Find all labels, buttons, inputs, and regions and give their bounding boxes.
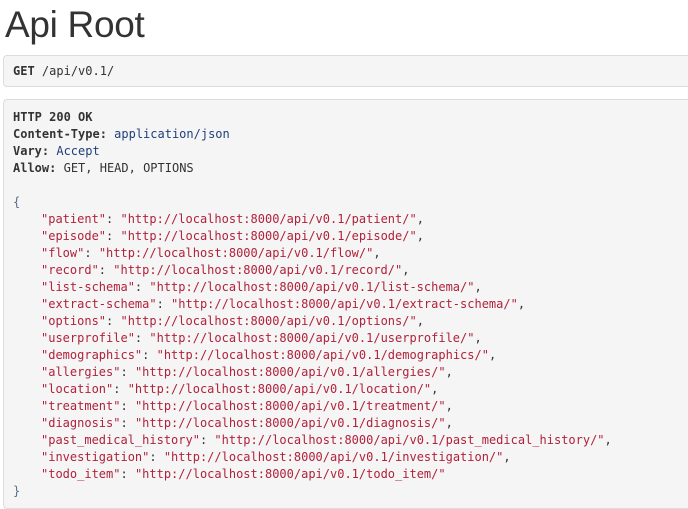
json-entry: "options": "http://localhost:8000/api/v0…: [13, 313, 688, 330]
json-url-link[interactable]: "http://localhost:8000/api/v0.1/allergie…: [135, 365, 446, 379]
response-header-line: Vary: Accept: [13, 143, 688, 160]
json-entry: "investigation": "http://localhost:8000/…: [13, 449, 688, 466]
json-comma: ,: [445, 365, 453, 379]
json-entry: "demographics": "http://localhost:8000/a…: [13, 347, 688, 364]
json-colon: :: [84, 246, 99, 260]
json-colon: :: [120, 467, 135, 481]
json-colon: :: [134, 280, 150, 294]
json-comma: ,: [431, 382, 439, 396]
json-key: "investigation": [41, 450, 150, 464]
json-comma: ,: [503, 450, 511, 464]
json-url-link[interactable]: "http://localhost:8000/api/v0.1/patient/…: [120, 212, 416, 226]
json-colon: :: [120, 365, 135, 379]
response-headers: Content-Type: application/json Vary: Acce…: [13, 126, 688, 177]
json-colon: :: [149, 450, 164, 464]
json-comma: ,: [416, 212, 424, 226]
json-comma: ,: [416, 229, 424, 243]
json-comma: ,: [474, 280, 482, 294]
json-colon: :: [106, 212, 121, 226]
json-key: "todo_item": [41, 467, 121, 481]
header-name: Vary:: [13, 144, 50, 158]
json-colon: :: [106, 314, 121, 328]
json-url-link[interactable]: "http://localhost:8000/api/v0.1/past_med…: [214, 433, 604, 447]
json-open-brace: {: [13, 195, 21, 209]
response-header-line: Content-Type: application/json: [13, 126, 688, 143]
page-title: Api Root: [5, 4, 145, 45]
json-colon: :: [113, 382, 128, 396]
json-colon: :: [120, 399, 135, 413]
json-key: "patient": [41, 212, 107, 226]
json-entry: "record": "http://localhost:8000/api/v0.…: [13, 262, 688, 279]
json-key: "allergies": [41, 365, 121, 379]
json-colon: :: [134, 331, 150, 345]
json-comma: ,: [445, 416, 453, 430]
json-entry: "list-schema": "http://localhost:8000/ap…: [13, 279, 688, 296]
json-key: "record": [41, 263, 99, 277]
json-url-link[interactable]: "http://localhost:8000/api/v0.1/options/…: [120, 314, 416, 328]
response-box: HTTP 200 OK Content-Type: application/js…: [3, 99, 688, 509]
json-entry: "patient": "http://localhost:8000/api/v0…: [13, 211, 688, 228]
json-key: "treatment": [41, 399, 121, 413]
json-entry: "allergies": "http://localhost:8000/api/…: [13, 364, 688, 381]
json-entry: "past_medical_history": "http://localhos…: [13, 432, 688, 449]
json-url-link[interactable]: "http://localhost:8000/api/v0.1/episode/…: [120, 229, 416, 243]
request-method: GET: [13, 64, 35, 78]
json-close-brace: }: [13, 484, 21, 498]
json-url-link[interactable]: "http://localhost:8000/api/v0.1/diagnosi…: [135, 416, 446, 430]
json-key: "episode": [41, 229, 107, 243]
json-comma: ,: [604, 433, 612, 447]
json-key: "userprofile": [41, 331, 135, 345]
json-entry: "extract-schema": "http://localhost:8000…: [13, 296, 688, 313]
header-value: Accept: [56, 144, 100, 158]
json-entry: "flow": "http://localhost:8000/api/v0.1/…: [13, 245, 688, 262]
json-colon: :: [98, 263, 114, 277]
json-entry: "userprofile": "http://localhost:8000/ap…: [13, 330, 688, 347]
json-entry: "diagnosis": "http://localhost:8000/api/…: [13, 415, 688, 432]
json-entries: "patient": "http://localhost:8000/api/v0…: [13, 211, 688, 483]
response-header-line: Allow: GET, HEAD, OPTIONS: [13, 160, 688, 177]
json-comma: ,: [445, 399, 453, 413]
json-url-link[interactable]: "http://localhost:8000/api/v0.1/demograp…: [157, 348, 489, 362]
response-status: HTTP 200 OK: [13, 110, 93, 124]
json-colon: :: [106, 229, 121, 243]
json-colon: :: [199, 433, 215, 447]
json-colon: :: [156, 297, 172, 311]
json-key: "flow": [41, 246, 85, 260]
json-colon: :: [142, 348, 157, 362]
request-box: GET /api/v0.1/: [3, 55, 688, 87]
json-key: "past_medical_history": [41, 433, 200, 447]
json-comma: ,: [416, 314, 424, 328]
json-url-link[interactable]: "http://localhost:8000/api/v0.1/list-sch…: [149, 280, 474, 294]
json-entry: "todo_item": "http://localhost:8000/api/…: [13, 466, 688, 483]
header-value: GET, HEAD, OPTIONS: [63, 161, 194, 175]
json-key: "options": [41, 314, 107, 328]
json-url-link[interactable]: "http://localhost:8000/api/v0.1/extract-…: [171, 297, 518, 311]
json-entry: "episode": "http://localhost:8000/api/v0…: [13, 228, 688, 245]
header-name: Content-Type:: [13, 127, 107, 141]
json-url-link[interactable]: "http://localhost:8000/api/v0.1/flow/": [99, 246, 374, 260]
json-url-link[interactable]: "http://localhost:8000/api/v0.1/userprof…: [149, 331, 474, 345]
json-key: "demographics": [41, 348, 143, 362]
json-url-link[interactable]: "http://localhost:8000/api/v0.1/investig…: [164, 450, 504, 464]
json-url-link[interactable]: "http://localhost:8000/api/v0.1/location…: [128, 382, 431, 396]
header-value: application/json: [114, 127, 230, 141]
json-key: "list-schema": [41, 280, 135, 294]
json-url-link[interactable]: "http://localhost:8000/api/v0.1/treatmen…: [135, 399, 446, 413]
json-key: "location": [41, 382, 114, 396]
json-entry: "treatment": "http://localhost:8000/api/…: [13, 398, 688, 415]
json-comma: ,: [488, 348, 497, 362]
json-comma: ,: [517, 297, 526, 311]
json-comma: ,: [373, 246, 381, 260]
json-comma: ,: [402, 263, 410, 277]
json-entry: "location": "http://localhost:8000/api/v…: [13, 381, 688, 398]
json-comma: ,: [474, 331, 482, 345]
request-path: /api/v0.1/: [41, 64, 115, 78]
json-key: "extract-schema": [41, 297, 157, 311]
json-key: "diagnosis": [41, 416, 121, 430]
header-name: Allow:: [13, 161, 57, 175]
json-url-link[interactable]: "http://localhost:8000/api/v0.1/record/": [113, 263, 402, 277]
json-colon: :: [120, 416, 135, 430]
json-url-link[interactable]: "http://localhost:8000/api/v0.1/todo_ite…: [135, 467, 446, 481]
